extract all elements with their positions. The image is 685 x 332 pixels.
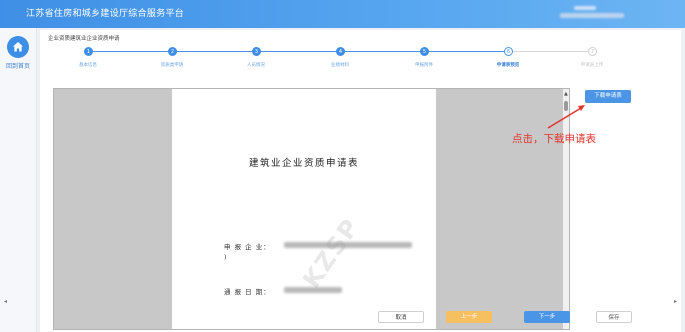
step-label-3: 人员情况 — [247, 63, 265, 68]
pdf-preview-frame[interactable]: 建筑业企业资质申请表 申 报 企 业： ) 通 报 日 期： KZSP ▲ — [53, 88, 570, 330]
download-application-button[interactable]: 下载申请表 — [585, 90, 631, 103]
save-button[interactable]: 保存 — [596, 311, 632, 323]
user-avatar-blurred — [574, 6, 596, 10]
cancel-button[interactable]: 取消 — [378, 311, 424, 323]
document-title: 建筑业企业资质申请表 — [248, 158, 359, 169]
user-info-area[interactable] — [560, 6, 640, 22]
sidebar: 回到首页 — [0, 28, 37, 332]
main-content: 企业资质建筑业企业资质申请 1 基本信息 2 资质类申请 3 人员情况 4 业绩… — [40, 30, 681, 332]
user-name-blurred — [560, 13, 624, 18]
step-dot-4: 4 — [336, 47, 345, 56]
app-title: 江苏省住房和城乡建设厅综合服务平台 — [26, 9, 185, 19]
date-label: 通 报 日 期： — [224, 288, 271, 296]
home-link-label[interactable]: 回到首页 — [2, 61, 34, 70]
previous-step-button[interactable]: 上一步 — [446, 311, 492, 323]
scroll-up-icon[interactable]: ▲ — [564, 91, 568, 97]
annotation-text: 点击，下载申请表 — [512, 133, 596, 145]
scroll-right-icon[interactable]: ▸ — [674, 298, 677, 305]
step-label-1: 基本信息 — [79, 63, 97, 68]
step-dot-5: 5 — [420, 47, 429, 56]
applicant-label: 申 报 企 业： — [224, 243, 271, 251]
home-icon[interactable] — [7, 36, 29, 58]
step-label-5: 申报附件 — [415, 63, 433, 68]
pdf-scrollbar[interactable]: ▲ — [563, 89, 569, 329]
next-step-button[interactable]: 下一步 — [524, 311, 570, 323]
step-dot-7: 7 — [588, 47, 597, 56]
step-label-4: 业绩材料 — [331, 63, 349, 68]
scroll-thumb[interactable] — [564, 101, 568, 111]
pdf-page: 建筑业企业资质申请表 申 报 企 业： ) 通 报 日 期： KZSP — [172, 89, 436, 329]
steps-line-done — [88, 51, 508, 52]
step-dot-2: 2 — [168, 47, 177, 56]
steps-line-todo — [508, 51, 592, 52]
step-dot-1: 1 — [84, 47, 93, 56]
progress-steps: 1 基本信息 2 资质类申请 3 人员情况 4 业绩材料 5 申报附件 6 申请… — [40, 42, 681, 72]
watermark: KZSP — [297, 212, 366, 294]
top-header-bar: 江苏省住房和城乡建设厅综合服务平台 — [0, 0, 685, 28]
step-label-7: 申请表上传 — [580, 63, 604, 68]
step-dot-6-current: 6 — [504, 47, 513, 56]
step-dot-3: 3 — [252, 47, 261, 56]
step-label-6: 申请表预览 — [496, 63, 520, 68]
step-label-2: 资质类申请 — [160, 63, 184, 68]
breadcrumb: 企业资质建筑业企业资质申请 — [48, 36, 120, 42]
applicant-suffix: ) — [224, 253, 228, 261]
scroll-left-icon[interactable]: ◂ — [4, 298, 7, 305]
